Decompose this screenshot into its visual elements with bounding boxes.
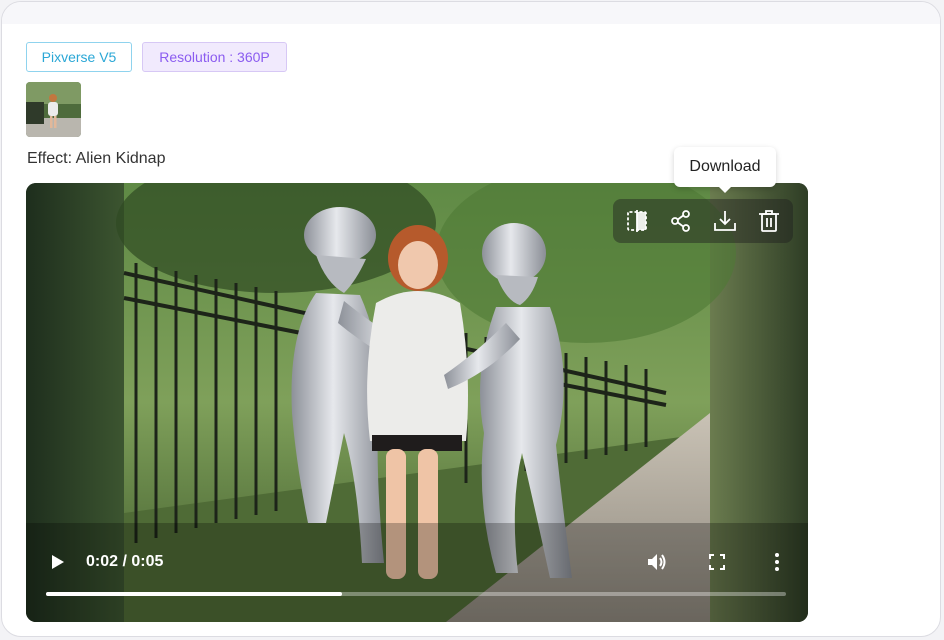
- volume-icon[interactable]: [645, 550, 669, 574]
- tooltip-arrow: [718, 186, 732, 193]
- model-tag: Pixverse V5: [26, 42, 132, 72]
- time-display: 0:02 / 0:05: [86, 553, 164, 570]
- progress-bar[interactable]: [46, 592, 786, 596]
- download-tooltip: Download: [674, 147, 776, 187]
- fullscreen-icon[interactable]: [706, 551, 728, 573]
- compare-icon[interactable]: [623, 207, 651, 235]
- source-image-thumbnail[interactable]: [26, 82, 81, 137]
- progress-fill: [46, 592, 342, 596]
- play-button[interactable]: [46, 551, 68, 573]
- effect-label: Effect: Alien Kidnap: [27, 150, 166, 167]
- card-header-strip: [2, 2, 940, 24]
- resolution-tag: Resolution : 360P: [142, 42, 287, 72]
- share-icon[interactable]: [667, 207, 695, 235]
- video-actions-toolbar: [613, 199, 793, 243]
- download-icon[interactable]: [711, 207, 739, 235]
- more-options-icon[interactable]: [767, 551, 787, 573]
- trash-icon[interactable]: [755, 207, 783, 235]
